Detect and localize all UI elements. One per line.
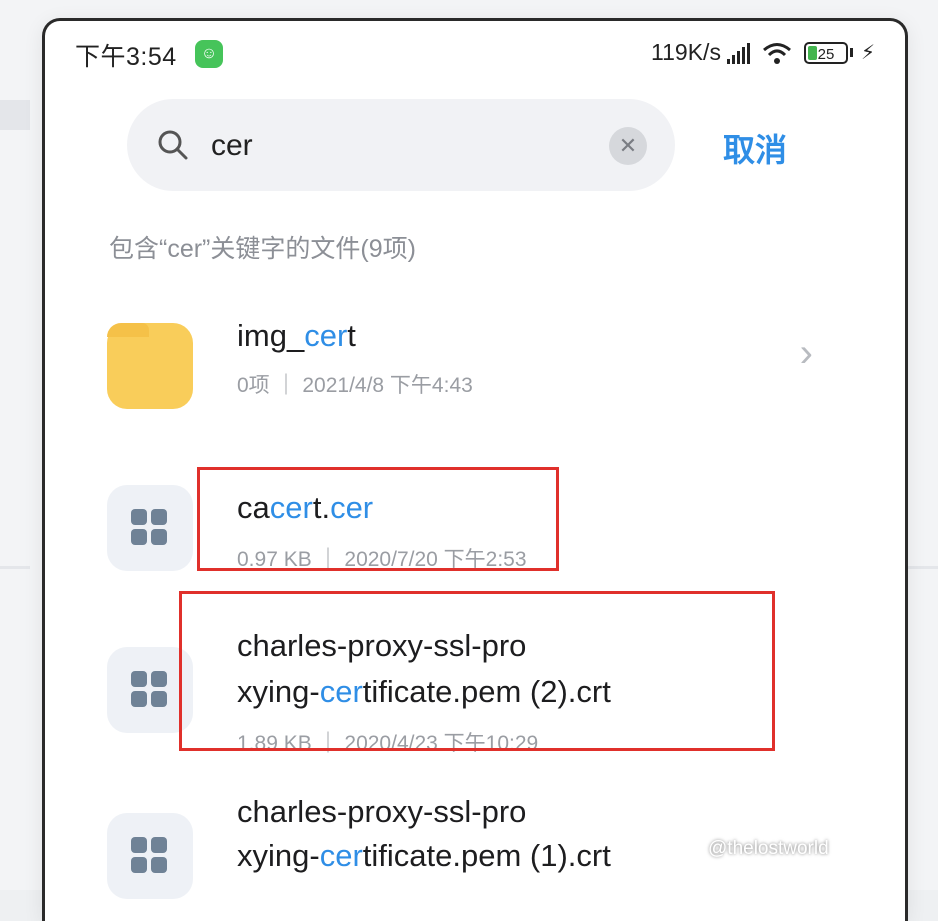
file-icon xyxy=(107,813,193,899)
status-indicators: 119K/s 25 ⚡ xyxy=(651,39,875,66)
search-input[interactable] xyxy=(209,123,593,169)
battery-level: 25 xyxy=(817,45,835,63)
grid-icon xyxy=(131,837,169,875)
watermark: @thelostworld xyxy=(708,838,829,859)
item-meta: 0项 ｜ 2021/4/8 下午4:43 xyxy=(237,374,473,397)
item-name-line1: charles-proxy-ssl-pro xyxy=(237,794,527,829)
phone-screen: 下午3:54 ☺ 119K/s 25 ⚡ ✕ 取 xyxy=(42,18,908,921)
grid-icon xyxy=(131,671,169,709)
status-bar: 下午3:54 ☺ 119K/s 25 ⚡ xyxy=(45,21,905,87)
status-time: 下午3:54 xyxy=(75,43,177,71)
highlight-box xyxy=(179,591,775,751)
item-name: img_cert xyxy=(237,318,356,353)
grid-icon xyxy=(131,509,169,547)
highlight-box xyxy=(197,467,559,571)
battery-icon: 25 xyxy=(803,41,848,64)
chevron-right-icon: › xyxy=(799,331,813,375)
battery-tip xyxy=(849,48,853,57)
search-icon xyxy=(158,130,188,160)
file-icon xyxy=(107,485,193,571)
list-item-folder[interactable]: img_cert 0项 ｜ 2021/4/8 下午4:43 › xyxy=(45,311,905,431)
background-divider xyxy=(908,566,938,569)
app-notification-icon: ☺ xyxy=(195,40,223,68)
search-bar[interactable]: ✕ xyxy=(127,99,675,191)
wifi-icon xyxy=(762,42,791,64)
clear-search-button[interactable]: ✕ xyxy=(609,127,647,165)
result-count-header: 包含“cer”关键字的文件(9项) xyxy=(109,235,416,263)
folder-icon xyxy=(107,323,193,409)
item-name-line2: xying-certificate.pem (1).crt xyxy=(237,838,611,873)
background-divider xyxy=(0,566,30,569)
charging-icon: ⚡ xyxy=(860,42,875,64)
network-speed: 119K/s xyxy=(651,39,721,65)
background-bar xyxy=(0,100,30,130)
cancel-button[interactable]: 取消 xyxy=(723,125,787,171)
signal-icon xyxy=(726,42,750,64)
